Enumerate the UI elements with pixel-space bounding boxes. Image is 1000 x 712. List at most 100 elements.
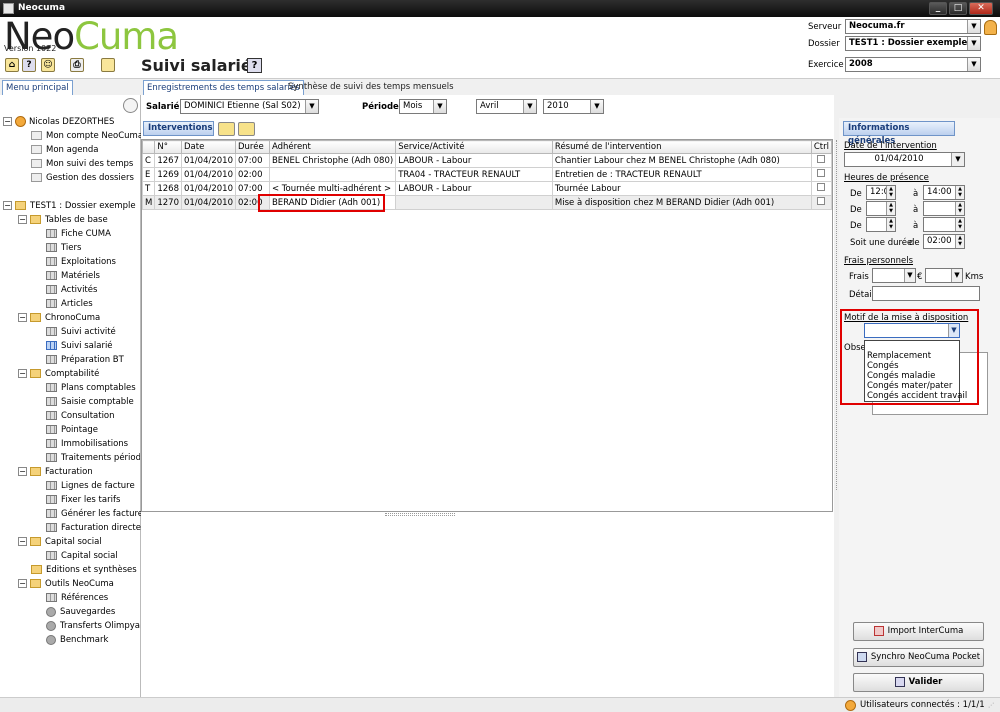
synchro-pocket-button[interactable]: Synchro NeoCuma Pocket	[853, 648, 984, 667]
dossier-select[interactable]: TEST1 : Dossier exemple ▼	[845, 36, 981, 51]
col-header-date[interactable]: Date	[180, 140, 236, 154]
home-icon[interactable]: ⌂	[5, 58, 19, 72]
users-icon[interactable]: ☺	[41, 58, 55, 72]
sidebar-item[interactable]: Traitements périodiques	[46, 452, 140, 465]
col-header-resume[interactable]: Résumé de l'intervention	[551, 140, 812, 154]
sidebar-item[interactable]: Plans comptables	[46, 382, 136, 395]
col-header-num[interactable]: N°	[154, 140, 182, 154]
sidebar-group-tables[interactable]: − Tables de base	[18, 214, 108, 227]
sidebar-item[interactable]: Générer les factures	[46, 508, 147, 521]
col-header-ctrl[interactable]: Ctrl	[810, 140, 833, 154]
heure-fin-1[interactable]: 14:00 ▲ ▼	[923, 185, 965, 200]
tab-menu-principal[interactable]: Menu principal	[2, 80, 73, 95]
sidebar-group-chronocuma[interactable]: − ChronoCuma	[18, 312, 100, 325]
mois-select[interactable]: Avril ▼	[476, 99, 537, 114]
sidebar-item[interactable]: Consultation	[46, 410, 115, 423]
col-header-type[interactable]	[141, 140, 156, 154]
sidebar-item[interactable]: Capital social	[46, 550, 118, 563]
tab-enregistrements[interactable]: Enregistrements des temps salariés	[143, 80, 304, 95]
add-intervention-icon[interactable]	[218, 122, 235, 136]
notes-icon[interactable]	[101, 58, 115, 72]
soit-de-label: de	[909, 238, 920, 248]
sidebar-item[interactable]: Matériels	[46, 270, 100, 283]
sidebar-item[interactable]: Mon agenda	[31, 144, 98, 157]
ctrl-checkbox[interactable]	[817, 183, 826, 191]
exercice-select[interactable]: 2008 ▼	[845, 57, 981, 72]
valider-button[interactable]: Valider	[853, 673, 984, 692]
sidebar-item[interactable]: Articles	[46, 298, 93, 311]
resize-grip-icon[interactable]: ⋰	[988, 702, 994, 709]
table-row[interactable]: T 1268 01/04/2010 07:00 < Tournée multi-…	[141, 181, 833, 196]
heure-fin-3[interactable]: ▲ ▼	[923, 217, 965, 232]
sidebar-group-facturation[interactable]: − Facturation	[18, 466, 93, 479]
detail-input[interactable]	[872, 286, 980, 301]
folder-icon	[15, 201, 26, 210]
sidebar-group-comptabilite[interactable]: − Comptabilité	[18, 368, 99, 381]
sidebar-item[interactable]: Exploitations	[46, 256, 116, 269]
maximize-button[interactable]: □	[949, 2, 967, 15]
page-help-button[interactable]: ?	[247, 58, 262, 73]
informations-tab[interactable]: Informations générales	[843, 121, 955, 146]
close-button[interactable]: ✕	[969, 2, 993, 15]
annee-select[interactable]: 2010 ▼	[543, 99, 604, 114]
sidebar-group-capital[interactable]: − Capital social	[18, 536, 102, 549]
sidebar-item[interactable]: Immobilisations	[46, 438, 128, 451]
sidebar-item[interactable]: Mon suivi des temps	[31, 158, 133, 171]
ctrl-checkbox[interactable]	[817, 169, 826, 177]
horizontal-splitter[interactable]	[385, 513, 455, 516]
sidebar-dossier[interactable]: − TEST1 : Dossier exemple	[3, 200, 136, 213]
chevron-down-icon: ▼	[967, 58, 980, 71]
table-row[interactable]: E 1269 01/04/2010 02:00 TRA04 - TRACTEUR…	[141, 167, 833, 182]
chevron-down-icon: ▼	[951, 269, 962, 282]
heure-fin-2[interactable]: ▲ ▼	[923, 201, 965, 216]
sidebar-item[interactable]: Gestion des dossiers	[31, 172, 134, 185]
sidebar-item[interactable]: Préparation BT	[46, 354, 124, 367]
sidebar-group-outils[interactable]: − Outils NeoCuma	[18, 578, 114, 591]
sidebar-item[interactable]: Fixer les tarifs	[46, 494, 120, 507]
sidebar-item[interactable]: Benchmark	[46, 634, 108, 647]
sidebar-item[interactable]: Saisie comptable	[46, 396, 134, 409]
sidebar-item-suivi-salarie[interactable]: Suivi salarié	[46, 340, 113, 353]
table-row-selected[interactable]: M 1270 01/04/2010 02:00 BERAND Didier (A…	[141, 195, 833, 210]
heure-debut-1[interactable]: 12:00 ▲ ▼	[866, 185, 896, 200]
user-icon[interactable]	[984, 20, 997, 35]
col-header-duree[interactable]: Durée	[234, 140, 270, 154]
sidebar-item[interactable]: Suivi activité	[46, 326, 116, 339]
frais-label: Frais	[849, 272, 869, 282]
sidebar-item[interactable]: Activités	[46, 284, 97, 297]
interventions-tab[interactable]: Interventions	[143, 121, 214, 136]
salarie-select[interactable]: DOMINICI Etienne (Sal S02) ▼	[180, 99, 319, 114]
sidebar-item[interactable]: Sauvegardes	[46, 606, 115, 619]
heure-debut-3[interactable]: ▲ ▼	[866, 217, 896, 232]
sidebar-group-editions[interactable]: Editions et synthèses	[31, 564, 137, 577]
date-field[interactable]: 01/04/2010 ▼	[844, 152, 965, 167]
delete-intervention-icon[interactable]	[238, 122, 255, 136]
frais-euro-select[interactable]: ▼	[872, 268, 916, 283]
sidebar-item[interactable]: Transferts Olimpya	[46, 620, 140, 633]
help-icon[interactable]: ?	[22, 58, 36, 72]
sidebar-item[interactable]: Mon compte NeoCuma	[31, 130, 143, 143]
print-icon[interactable]: ⎙	[70, 58, 84, 72]
sidebar-item[interactable]: Tiers	[46, 242, 81, 255]
spinner-icon: ▲ ▼	[955, 186, 964, 199]
frais-kms-select[interactable]: ▼	[925, 268, 963, 283]
sidebar-item[interactable]: Lignes de facture	[46, 480, 135, 493]
sidebar-user[interactable]: − Nicolas DEZORTHES	[3, 116, 114, 129]
table-row[interactable]: C 1267 01/04/2010 07:00 BENEL Christophe…	[141, 153, 833, 168]
sidebar-item[interactable]: Fiche CUMA	[46, 228, 111, 241]
sidebar-item[interactable]: Pointage	[46, 424, 98, 437]
sidebar-item[interactable]: Facturation directe	[46, 522, 141, 535]
minimize-button[interactable]: _	[929, 2, 947, 15]
import-intercuma-button[interactable]: Import InterCuma	[853, 622, 984, 641]
periode-select[interactable]: Mois ▼	[399, 99, 447, 114]
tab-synthese[interactable]: Synthèse de suivi des temps mensuels	[285, 80, 457, 95]
col-header-adherent[interactable]: Adhérent	[268, 140, 397, 154]
refresh-icon[interactable]	[123, 98, 138, 113]
serveur-select[interactable]: Neocuma.fr ▼	[845, 19, 981, 34]
heure-debut-2[interactable]: ▲ ▼	[866, 201, 896, 216]
ctrl-checkbox[interactable]	[817, 155, 826, 163]
duree-field[interactable]: 02:00 ▲ ▼	[923, 234, 965, 249]
col-header-service[interactable]: Service/Activité	[395, 140, 553, 154]
sidebar-item[interactable]: Références	[46, 592, 108, 605]
ctrl-checkbox[interactable]	[817, 197, 826, 205]
